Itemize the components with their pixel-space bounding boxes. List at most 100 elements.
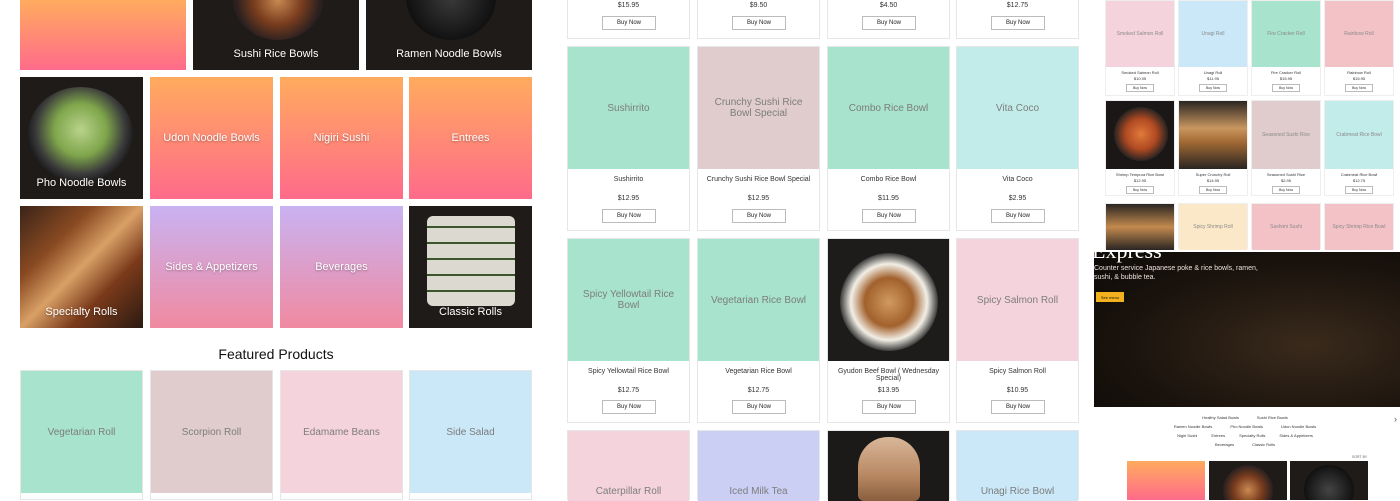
buy-now-button[interactable]: Buy Now xyxy=(1126,186,1154,194)
product-price: $15.95 xyxy=(617,2,640,9)
category-label: Ramen Noodle Bowls xyxy=(396,48,502,60)
category-tile-sides-appetizers[interactable]: Sides & Appetizers xyxy=(150,206,273,328)
product-card[interactable]: Spicy Salmon Roll Spicy Salmon Roll $10.… xyxy=(956,238,1079,423)
category-link[interactable]: Classic Rolls xyxy=(1252,442,1275,447)
product-card[interactable] xyxy=(827,430,950,501)
product-card[interactable]: Vegetarian Rice Bowl Vegetarian Rice Bow… xyxy=(697,238,820,423)
category-link[interactable]: Healthy Salad Bowls xyxy=(1202,415,1239,420)
food-photo xyxy=(233,0,323,40)
buy-now-button[interactable]: Buy Now xyxy=(862,209,916,223)
product-card[interactable]: Vegetarian Roll xyxy=(20,370,143,500)
product-card[interactable]: Fire Cracker Roll Fire Cracker Roll $15.… xyxy=(1251,0,1321,96)
product-placeholder: Crunchy Sushi Rice Bowl Special xyxy=(698,47,819,169)
category-tile-udon-noodle-bowls[interactable]: Udon Noodle Bowls xyxy=(150,77,273,199)
category-tile-ramen-noodle-bowls[interactable]: Ramen Noodle Bowls xyxy=(366,0,532,70)
product-card[interactable]: Seasoned Sushi Rice Seasoned Sushi Rice … xyxy=(1251,100,1321,196)
category-tile-gradient[interactable] xyxy=(20,0,186,70)
buy-now-button[interactable]: Buy Now xyxy=(732,16,786,30)
product-card[interactable]: Unagi Roll Unagi Roll $11.95 Buy Now xyxy=(1178,0,1248,96)
product-card[interactable]: $9.50 Buy Now xyxy=(697,0,820,39)
buy-now-button[interactable]: Buy Now xyxy=(1199,84,1227,92)
product-card[interactable]: Vita Coco Vita Coco $2.95 Buy Now xyxy=(956,46,1079,231)
product-card[interactable]: Spicy Yellowtail Rice Bowl Spicy Yellowt… xyxy=(567,238,690,423)
product-name: Rainbow Roll xyxy=(1347,70,1371,75)
product-price: $12.95 xyxy=(747,195,770,202)
product-card[interactable]: Gyudon Beef Bowl ( Wednesday Special) $1… xyxy=(827,238,950,423)
product-name: Gyudon Beef Bowl ( Wednesday Special) xyxy=(837,368,940,382)
category-tile-photo[interactable] xyxy=(1209,461,1287,500)
buy-now-button[interactable]: Buy Now xyxy=(1272,84,1300,92)
category-tile-classic-rolls[interactable]: Classic Rolls xyxy=(409,206,532,328)
product-price: $12.75 xyxy=(617,387,640,394)
see-menu-button[interactable]: See menu xyxy=(1096,292,1124,302)
product-card[interactable]: Crabmeat Rice Bowl Crabmeat Rice Bowl $1… xyxy=(1324,100,1394,196)
food-photo xyxy=(1304,465,1354,500)
category-tile-sushi-rice-bowls[interactable]: Sushi Rice Bowls xyxy=(193,0,359,70)
product-card[interactable]: Iced Milk Tea xyxy=(697,430,820,501)
buy-now-button[interactable]: Buy Now xyxy=(1126,84,1154,92)
product-card[interactable]: Spicy Shrimp Roll xyxy=(1178,203,1248,250)
category-tile-nigiri-sushi[interactable]: Nigiri Sushi xyxy=(280,77,403,199)
product-placeholder: Iced Milk Tea xyxy=(698,431,819,501)
buy-now-button[interactable]: Buy Now xyxy=(1345,84,1373,92)
category-link[interactable]: Udon Noodle Bowls xyxy=(1281,424,1316,429)
product-photo xyxy=(828,239,949,361)
buy-now-button[interactable]: Buy Now xyxy=(602,16,656,30)
buy-now-button[interactable]: Buy Now xyxy=(862,400,916,414)
category-link[interactable]: Pho Noodle Bowls xyxy=(1230,424,1263,429)
category-link[interactable]: Sides & Appetizers xyxy=(1279,433,1313,438)
category-tile-pho-noodle-bowls[interactable]: Pho Noodle Bowls xyxy=(20,77,143,199)
product-card[interactable]: $15.95 Buy Now xyxy=(567,0,690,39)
product-card[interactable]: Sashimi Sushi xyxy=(1251,203,1321,250)
product-card[interactable]: Caterpillar Roll xyxy=(567,430,690,501)
category-link[interactable]: Entrees xyxy=(1211,433,1225,438)
category-link[interactable]: Sushi Rice Bowls xyxy=(1257,415,1288,420)
product-card[interactable]: Edamame Beans xyxy=(280,370,403,500)
product-card[interactable]: $12.75 Buy Now xyxy=(956,0,1079,39)
product-card[interactable]: Super Crunchy Roll $14.95 Buy Now xyxy=(1178,100,1248,196)
product-card[interactable]: Scorpion Roll xyxy=(150,370,273,500)
buy-now-button[interactable]: Buy Now xyxy=(991,16,1045,30)
buy-now-button[interactable]: Buy Now xyxy=(862,16,916,30)
category-label: Nigiri Sushi xyxy=(313,132,370,144)
buy-now-button[interactable]: Buy Now xyxy=(602,209,656,223)
category-link[interactable]: Beverages xyxy=(1215,442,1234,447)
buy-now-button[interactable]: Buy Now xyxy=(602,400,656,414)
buy-now-button[interactable]: Buy Now xyxy=(991,400,1045,414)
product-card[interactable]: Shrimp Tempura Rice Bowl $12.95 Buy Now xyxy=(1105,100,1175,196)
category-link[interactable]: Specialty Rolls xyxy=(1239,433,1265,438)
category-tile-specialty-rolls[interactable]: Specialty Rolls xyxy=(20,206,143,328)
product-card[interactable] xyxy=(1105,203,1175,250)
chevron-right-icon[interactable]: › xyxy=(1394,414,1397,424)
product-price: $15.95 xyxy=(1352,76,1366,81)
category-tile-gradient[interactable] xyxy=(1127,461,1205,500)
buy-now-button[interactable]: Buy Now xyxy=(732,209,786,223)
buy-now-button[interactable]: Buy Now xyxy=(1345,186,1373,194)
category-link[interactable]: Nigiri Sushi xyxy=(1177,433,1197,438)
category-links: Healthy Salad Bowls Sushi Rice Bowls Ram… xyxy=(1150,415,1340,447)
buy-now-button[interactable]: Buy Now xyxy=(1199,186,1227,194)
buy-now-button[interactable]: Buy Now xyxy=(732,400,786,414)
product-card[interactable]: Spicy Shrimp Rice Bowl xyxy=(1324,203,1394,250)
product-card[interactable]: Unagi Rice Bowl xyxy=(956,430,1079,501)
category-link[interactable]: Ramen Noodle Bowls xyxy=(1174,424,1212,429)
category-tile-beverages[interactable]: Beverages xyxy=(280,206,403,328)
product-card[interactable]: Side Salad xyxy=(409,370,532,500)
category-label: Pho Noodle Bowls xyxy=(36,177,127,189)
category-tile-photo[interactable] xyxy=(1290,461,1368,500)
product-card[interactable]: $4.50 Buy Now xyxy=(827,0,950,39)
product-card[interactable]: Smoked Salmon Roll Smoked Salmon Roll $1… xyxy=(1105,0,1175,96)
product-card[interactable]: Crunchy Sushi Rice Bowl Special Crunchy … xyxy=(697,46,820,231)
buy-now-button[interactable]: Buy Now xyxy=(991,209,1045,223)
product-placeholder: Seasoned Sushi Rice xyxy=(1252,101,1320,169)
product-card[interactable]: Sushirrito Sushirrito $12.95 Buy Now xyxy=(567,46,690,231)
product-name: Smoked Salmon Roll xyxy=(1121,70,1159,75)
product-card[interactable]: Rainbow Roll Rainbow Roll $15.95 Buy Now xyxy=(1324,0,1394,96)
product-name: Vegetarian Rice Bowl xyxy=(725,368,792,375)
category-tile-entrees[interactable]: Entrees xyxy=(409,77,532,199)
product-photo xyxy=(828,431,949,501)
sort-by-label[interactable]: SORT BY xyxy=(1352,455,1367,459)
product-card[interactable]: Combo Rice Bowl Combo Rice Bowl $11.95 B… xyxy=(827,46,950,231)
category-label: Udon Noodle Bowls xyxy=(163,132,260,144)
buy-now-button[interactable]: Buy Now xyxy=(1272,186,1300,194)
